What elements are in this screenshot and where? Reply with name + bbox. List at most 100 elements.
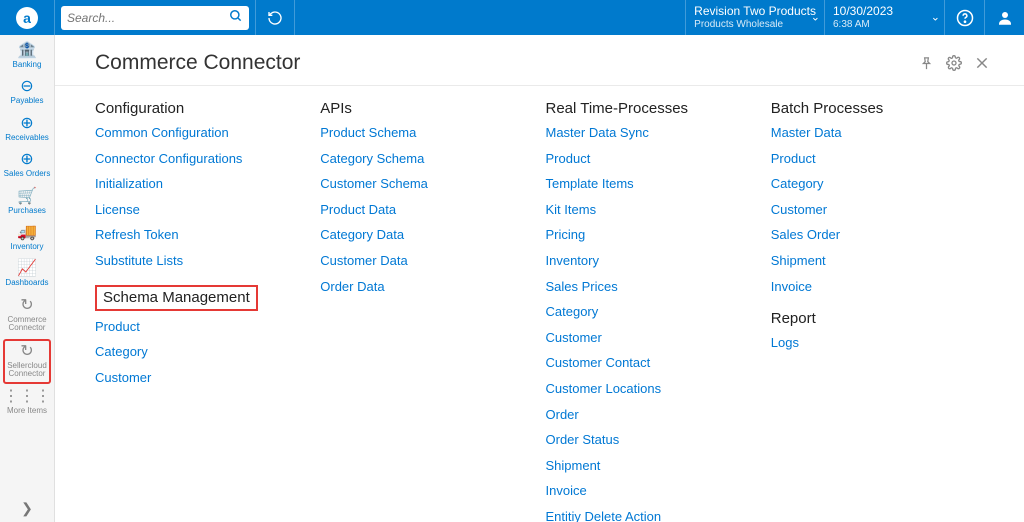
topbar-spacer <box>295 0 685 35</box>
link-order-status[interactable]: Order Status <box>546 432 751 448</box>
link-batch-category[interactable]: Category <box>771 176 976 192</box>
link-batch-product[interactable]: Product <box>771 151 976 167</box>
pin-button[interactable] <box>912 49 940 77</box>
link-logs[interactable]: Logs <box>771 335 976 351</box>
sync-icon: ↻ <box>20 298 33 314</box>
company-name: Revision Two Products <box>694 4 816 18</box>
sidebar-item-banking[interactable]: 🏦 Banking <box>3 39 51 74</box>
link-category-data[interactable]: Category Data <box>320 227 525 243</box>
sidebar-item-sellercloud-connector[interactable]: ↻ Sellercloud Connector <box>3 339 51 385</box>
chevron-down-icon: ⌄ <box>811 11 820 24</box>
search-box[interactable] <box>61 6 249 30</box>
gauge-icon: 📈 <box>17 261 37 277</box>
section-title-schema-management: Schema Management <box>95 285 300 311</box>
sidebar-item-purchases[interactable]: 🛒 Purchases <box>3 185 51 220</box>
link-product-data[interactable]: Product Data <box>320 202 525 218</box>
link-initialization[interactable]: Initialization <box>95 176 300 192</box>
link-batch-sales-order[interactable]: Sales Order <box>771 227 976 243</box>
sidebar-item-label: Receivables <box>5 134 49 142</box>
link-batch-master-data[interactable]: Master Data <box>771 125 976 141</box>
link-pricing[interactable]: Pricing <box>546 227 751 243</box>
link-rt-order[interactable]: Order <box>546 407 751 423</box>
bank-icon: 🏦 <box>17 43 37 59</box>
link-rt-customer[interactable]: Customer <box>546 330 751 346</box>
link-connector-configurations[interactable]: Connector Configurations <box>95 151 300 167</box>
section-title: Batch Processes <box>771 100 976 117</box>
sidebar-item-label: Purchases <box>8 207 46 215</box>
link-rt-shipment[interactable]: Shipment <box>546 458 751 474</box>
link-order-data[interactable]: Order Data <box>320 279 525 295</box>
link-batch-customer[interactable]: Customer <box>771 202 976 218</box>
search-icon[interactable] <box>229 9 243 26</box>
link-master-data-sync[interactable]: Master Data Sync <box>546 125 751 141</box>
link-sales-prices[interactable]: Sales Prices <box>546 279 751 295</box>
link-category-schema[interactable]: Category Schema <box>320 151 525 167</box>
link-schema-product[interactable]: Product <box>95 319 300 335</box>
link-rt-product[interactable]: Product <box>546 151 751 167</box>
company-selector[interactable]: Revision Two Products Products Wholesale… <box>685 0 824 35</box>
sidebar-item-label: Dashboards <box>5 279 48 287</box>
sidebar-item-label: Sales Orders <box>4 170 51 178</box>
settings-button[interactable] <box>940 49 968 77</box>
link-kit-items[interactable]: Kit Items <box>546 202 751 218</box>
link-entity-delete-action[interactable]: Entitiy Delete Action <box>546 509 751 522</box>
search-input[interactable] <box>67 11 229 25</box>
page-title: Commerce Connector <box>95 51 912 75</box>
company-subtitle: Products Wholesale <box>694 19 816 31</box>
search-container <box>55 0 255 35</box>
sidebar-item-more-items[interactable]: ⋮⋮⋮ More Items <box>3 385 51 420</box>
section-title-report: Report <box>771 310 976 327</box>
close-button[interactable] <box>968 49 996 77</box>
link-refresh-token[interactable]: Refresh Token <box>95 227 300 243</box>
link-product-schema[interactable]: Product Schema <box>320 125 525 141</box>
sync-icon: ↻ <box>20 344 33 360</box>
minus-circle-icon: ⊖ <box>20 79 33 95</box>
business-time: 6:38 AM <box>833 19 936 31</box>
sidebar-item-label: Payables <box>11 97 44 105</box>
schema-management-heading: Schema Management <box>95 285 258 311</box>
sidebar-item-inventory[interactable]: 🚚 Inventory <box>3 221 51 256</box>
link-template-items[interactable]: Template Items <box>546 176 751 192</box>
sidebar: 🏦 Banking ⊖ Payables ⊕ Receivables ⊕ Sal… <box>0 35 55 522</box>
link-rt-category[interactable]: Category <box>546 304 751 320</box>
sidebar-item-sales-orders[interactable]: ⊕ Sales Orders <box>3 148 51 183</box>
plus-circle-icon: ⊕ <box>20 152 33 168</box>
business-date-selector[interactable]: 10/30/2023 6:38 AM ⌄ <box>824 0 944 35</box>
link-common-configuration[interactable]: Common Configuration <box>95 125 300 141</box>
cart-icon: 🛒 <box>17 189 37 205</box>
refresh-button[interactable] <box>255 0 295 35</box>
chevron-down-icon: ⌄ <box>931 11 940 24</box>
sidebar-item-payables[interactable]: ⊖ Payables <box>3 75 51 110</box>
section-batch: Batch Processes Master Data Product Cate… <box>771 100 996 361</box>
link-customer-contact[interactable]: Customer Contact <box>546 355 751 371</box>
section-title: APIs <box>320 100 525 117</box>
link-customer-schema[interactable]: Customer Schema <box>320 176 525 192</box>
app-logo[interactable]: a <box>0 0 55 35</box>
sidebar-item-label: Inventory <box>11 243 44 251</box>
link-substitute-lists[interactable]: Substitute Lists <box>95 253 300 269</box>
section-apis: APIs Product Schema Category Schema Cust… <box>320 100 545 304</box>
link-customer-data[interactable]: Customer Data <box>320 253 525 269</box>
section-configuration: Configuration Common Configuration Conne… <box>95 100 320 395</box>
link-rt-inventory[interactable]: Inventory <box>546 253 751 269</box>
page-header: Commerce Connector <box>55 35 1024 86</box>
section-title: Real Time-Processes <box>546 100 751 117</box>
link-batch-shipment[interactable]: Shipment <box>771 253 976 269</box>
link-customer-locations[interactable]: Customer Locations <box>546 381 751 397</box>
sections: Configuration Common Configuration Conne… <box>55 86 1024 522</box>
sidebar-expand-button[interactable]: ❯ <box>3 494 51 522</box>
help-button[interactable] <box>944 0 984 35</box>
link-schema-category[interactable]: Category <box>95 344 300 360</box>
sidebar-item-label: Sellercloud Connector <box>5 362 49 379</box>
sidebar-item-label: Commerce Connector <box>3 316 51 333</box>
sidebar-item-commerce-connector[interactable]: ↻ Commerce Connector <box>3 294 51 338</box>
user-menu-button[interactable] <box>984 0 1024 35</box>
sidebar-item-receivables[interactable]: ⊕ Receivables <box>3 112 51 147</box>
link-rt-invoice[interactable]: Invoice <box>546 483 751 499</box>
layout: 🏦 Banking ⊖ Payables ⊕ Receivables ⊕ Sal… <box>0 35 1024 522</box>
sidebar-item-dashboards[interactable]: 📈 Dashboards <box>3 257 51 292</box>
link-license[interactable]: License <box>95 202 300 218</box>
truck-icon: 🚚 <box>17 225 37 241</box>
link-schema-customer[interactable]: Customer <box>95 370 300 386</box>
link-batch-invoice[interactable]: Invoice <box>771 279 976 295</box>
